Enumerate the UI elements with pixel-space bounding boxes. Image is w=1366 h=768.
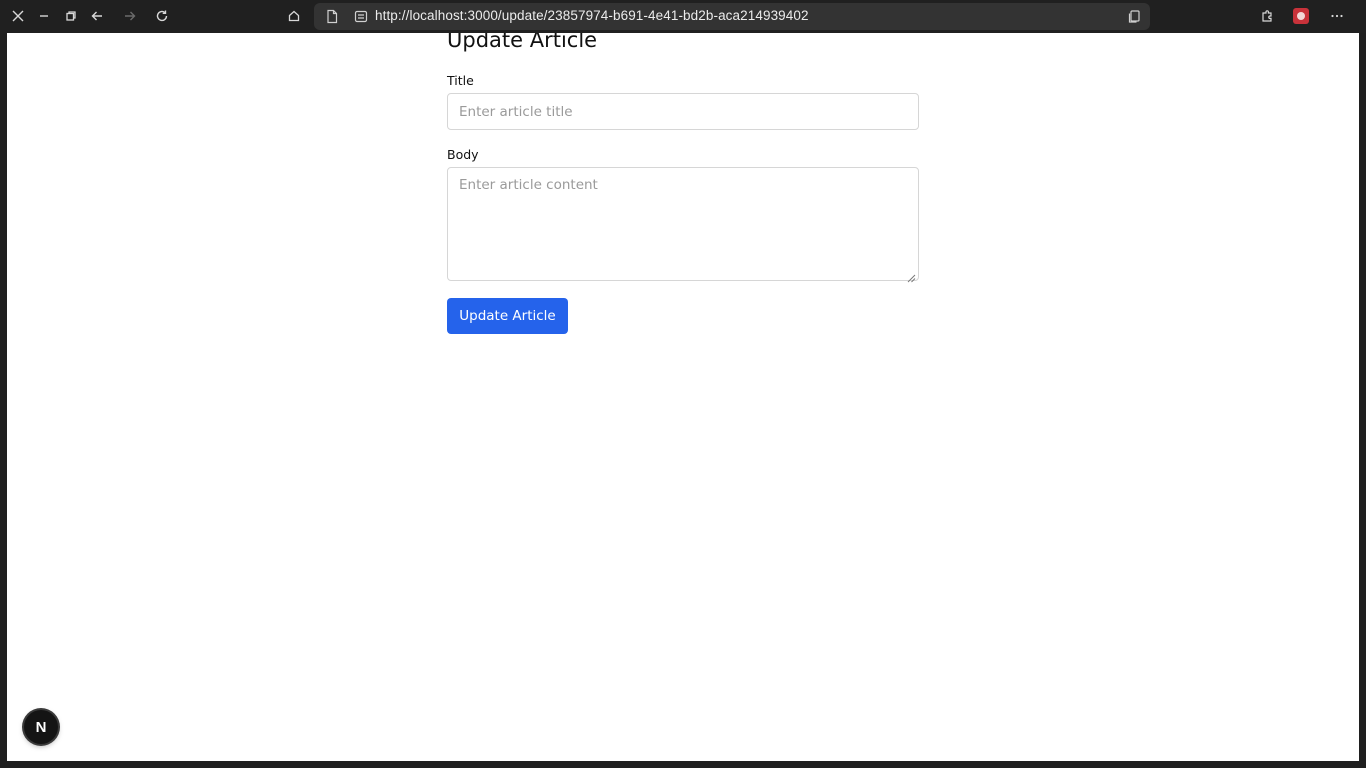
site-info-icon[interactable] — [354, 9, 368, 24]
update-article-button[interactable]: Update Article — [447, 298, 568, 334]
more-menu-icon[interactable] — [1324, 4, 1350, 28]
body-textarea[interactable] — [447, 167, 919, 281]
reader-view-icon[interactable] — [1127, 9, 1142, 24]
extensions-puzzle-icon[interactable] — [1254, 4, 1280, 28]
browser-toolbar: http://localhost:3000/update/23857974-b6… — [0, 0, 1366, 33]
page-icon — [325, 9, 339, 24]
home-icon[interactable] — [281, 4, 307, 28]
body-label: Body — [447, 147, 479, 162]
title-label: Title — [447, 73, 474, 88]
page-viewport: Update Article Title Body Update Article… — [7, 33, 1359, 761]
address-bar[interactable]: http://localhost:3000/update/23857974-b6… — [314, 3, 1150, 30]
window-bottom-border — [0, 761, 1366, 768]
extension-app-icon[interactable] — [1293, 8, 1309, 24]
nextjs-dev-tools-badge[interactable]: N — [24, 710, 58, 744]
restore-window-icon[interactable] — [58, 4, 84, 28]
back-arrow-icon[interactable] — [84, 4, 110, 28]
url-text[interactable]: http://localhost:3000/update/23857974-b6… — [375, 8, 809, 23]
page-title: Update Article — [447, 33, 598, 52]
forward-arrow-icon[interactable] — [117, 4, 143, 28]
reload-icon[interactable] — [149, 4, 175, 28]
resize-handle-icon[interactable] — [906, 268, 916, 283]
nextjs-logo-icon: N — [35, 718, 47, 736]
close-window-icon[interactable] — [5, 4, 31, 28]
title-input[interactable] — [447, 93, 919, 130]
minimize-window-icon[interactable] — [31, 4, 57, 28]
